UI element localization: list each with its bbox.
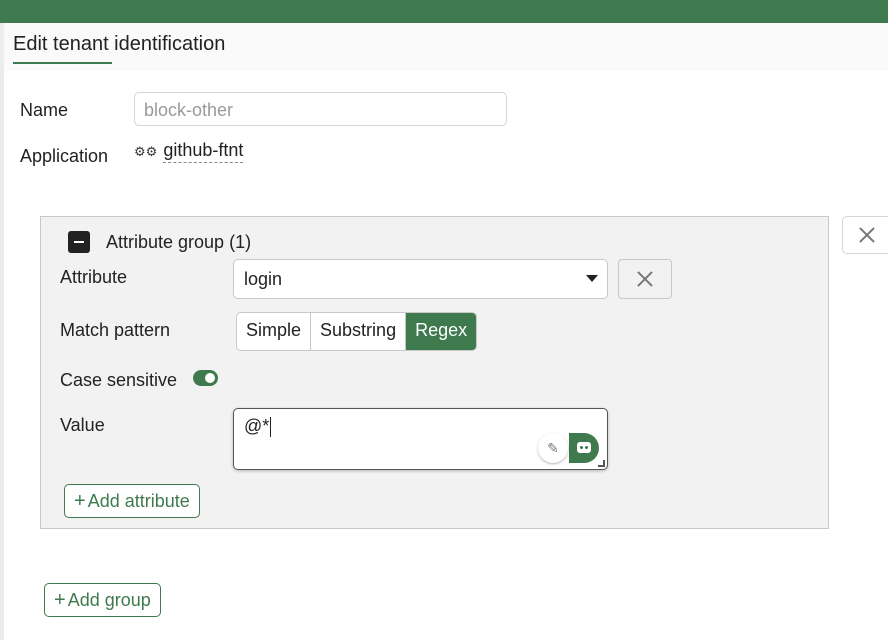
- dialog-title: Edit tenant identification: [13, 33, 226, 55]
- case-sensitive-toggle[interactable]: [193, 370, 218, 386]
- robot-icon[interactable]: [569, 433, 599, 463]
- feather-icon[interactable]: ✎: [538, 433, 568, 463]
- edit-tenant-dialog: Edit tenant identification Name block-ot…: [4, 23, 888, 640]
- add-attribute-button[interactable]: + Add attribute: [64, 484, 200, 518]
- dialog-header: Edit tenant identification: [4, 23, 888, 71]
- plus-icon: +: [74, 489, 86, 512]
- attribute-select[interactable]: login: [233, 259, 608, 299]
- minus-square-icon[interactable]: [68, 231, 90, 253]
- value-text: @*: [244, 416, 272, 438]
- case-sensitive-label: Case sensitive: [60, 370, 178, 390]
- match-regex-option[interactable]: Regex: [406, 313, 477, 350]
- value-textarea[interactable]: @* ✎: [233, 408, 608, 470]
- resize-handle[interactable]: [598, 460, 605, 467]
- remove-group-button[interactable]: [842, 216, 888, 254]
- attribute-group: Attribute group (1) Attribute login Matc…: [40, 216, 829, 529]
- application-value: github-ftnt: [163, 140, 244, 163]
- match-substring-option[interactable]: Substring: [311, 313, 407, 350]
- application-label: Application: [20, 146, 109, 166]
- add-attribute-label: Add attribute: [87, 490, 190, 511]
- remove-attribute-button[interactable]: [618, 259, 672, 299]
- title-underline: [13, 62, 112, 64]
- caret-down-icon: [586, 275, 598, 282]
- plus-icon: +: [54, 588, 66, 611]
- gears-icon: ⚙⚙: [134, 143, 158, 159]
- application-link[interactable]: ⚙⚙ github-ftnt: [134, 140, 244, 163]
- add-group-label: Add group: [67, 589, 151, 610]
- match-pattern-selector: Simple Substring Regex: [236, 312, 478, 351]
- attribute-label: Attribute: [60, 267, 128, 287]
- top-bar: [0, 0, 888, 23]
- name-label: Name: [20, 100, 69, 120]
- add-group-button[interactable]: + Add group: [44, 583, 161, 617]
- toggle-knob: [205, 373, 215, 383]
- match-simple-option[interactable]: Simple: [237, 313, 312, 350]
- name-input[interactable]: block-other: [134, 92, 507, 126]
- attribute-select-value: login: [244, 269, 283, 289]
- match-pattern-label: Match pattern: [60, 320, 171, 340]
- value-label: Value: [60, 415, 105, 435]
- attribute-group-title: Attribute group (1): [106, 232, 252, 252]
